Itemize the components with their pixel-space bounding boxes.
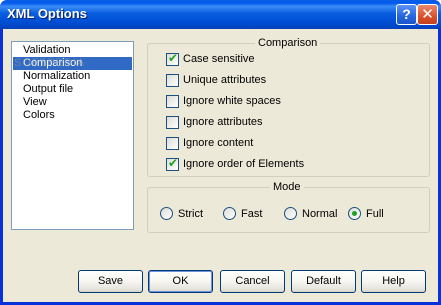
mode-normal-label: Normal — [302, 208, 338, 220]
ignore-white-spaces-checkbox[interactable] — [166, 95, 179, 108]
check-mark-icon: ✔ — [168, 156, 179, 170]
comparison-legend: Comparison — [255, 37, 321, 50]
help-button[interactable]: Help — [361, 270, 426, 293]
mode-group: Mode Strict Fast Normal Full — [147, 181, 430, 233]
unique-attributes-label: Unique attributes — [183, 74, 267, 86]
category-item-colors[interactable]: Colors — [13, 109, 132, 122]
ignore-order-label: Ignore order of Elements — [183, 158, 305, 170]
ignore-attributes-checkbox[interactable] — [166, 116, 179, 129]
default-button[interactable]: Default — [291, 270, 356, 293]
mode-full-radio[interactable] — [348, 207, 361, 220]
mode-fast-radio[interactable] — [223, 207, 236, 220]
mode-normal-radio[interactable] — [284, 207, 297, 220]
category-item-normalization[interactable]: Normalization — [13, 70, 132, 83]
mode-fast-label: Fast — [241, 208, 263, 220]
help-title-button[interactable]: ? — [396, 4, 417, 25]
ignore-content-checkbox[interactable] — [166, 137, 179, 150]
window-title: XML Options — [7, 6, 87, 21]
ignore-attributes-label: Ignore attributes — [183, 116, 263, 128]
category-item-output-file[interactable]: Output file — [13, 83, 132, 96]
mode-strict-radio[interactable] — [160, 207, 173, 220]
xml-options-window: XML Options ? ✕ Validation Comparison No… — [0, 0, 441, 305]
ignore-content-label: Ignore content — [183, 137, 254, 149]
mode-strict-label: Strict — [178, 208, 204, 220]
ok-button[interactable]: OK — [148, 270, 213, 293]
category-item-view[interactable]: View — [13, 96, 132, 109]
category-item-comparison[interactable]: Comparison — [13, 57, 132, 70]
radio-dot-icon — [352, 211, 357, 216]
unique-attributes-checkbox[interactable] — [166, 74, 179, 87]
ignore-white-spaces-label: Ignore white spaces — [183, 95, 281, 107]
dialog-client-area: Validation Comparison Normalization Outp… — [3, 29, 438, 302]
options-category-list[interactable]: Validation Comparison Normalization Outp… — [11, 41, 134, 230]
check-mark-icon: ✔ — [168, 51, 179, 65]
category-item-validation[interactable]: Validation — [13, 44, 132, 57]
ignore-order-checkbox[interactable]: ✔ — [166, 156, 179, 171]
mode-full-label: Full — [366, 208, 384, 220]
save-button[interactable]: Save — [78, 270, 143, 293]
case-sensitive-label: Case sensitive — [183, 53, 255, 65]
comparison-group: Comparison ✔ Case sensitive Unique attri… — [147, 37, 430, 177]
case-sensitive-checkbox[interactable]: ✔ — [166, 51, 179, 66]
mode-legend: Mode — [270, 181, 304, 194]
cancel-button[interactable]: Cancel — [220, 270, 285, 293]
title-bar[interactable]: XML Options ? ✕ — [0, 0, 441, 29]
close-button[interactable]: ✕ — [417, 4, 438, 25]
